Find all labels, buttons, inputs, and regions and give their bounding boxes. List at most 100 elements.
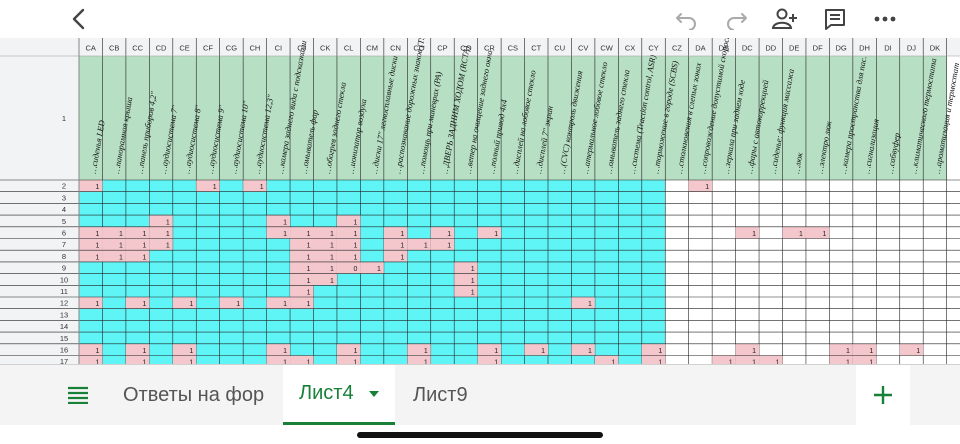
row-header-14[interactable]: 14 xyxy=(60,322,68,331)
cell-value: 1 xyxy=(307,254,311,261)
row-header-16[interactable]: 16 xyxy=(60,346,68,355)
row-header-15[interactable]: 15 xyxy=(60,334,68,343)
column-header-ci[interactable]: CI xyxy=(275,44,283,53)
cell-value: 1 xyxy=(189,301,193,308)
cell-value: 1 xyxy=(189,348,193,355)
column-header-cl[interactable]: CL xyxy=(344,44,354,53)
row-header-2[interactable]: 2 xyxy=(62,182,66,191)
column-header-co[interactable]: CO xyxy=(413,44,424,53)
column-header-ce[interactable]: CE xyxy=(179,44,189,53)
row-header-4[interactable]: 4 xyxy=(62,205,66,214)
cell-value: 1 xyxy=(752,348,756,355)
spreadsheet-grid[interactable]: CA …сиденья LED CB …панорамная крыша CC …пане… xyxy=(0,38,960,364)
cell-value: 1 xyxy=(330,266,334,273)
row-header-12[interactable]: 12 xyxy=(60,299,68,308)
row-header-5[interactable]: 5 xyxy=(62,217,66,226)
row-header-3[interactable]: 3 xyxy=(62,193,66,202)
column-header-cd[interactable]: CD xyxy=(156,44,167,53)
column-header-df[interactable]: DF xyxy=(813,44,823,53)
cell-value: 1 xyxy=(588,301,592,308)
cell-value: 1 xyxy=(260,184,264,191)
tab-responses[interactable]: Ответы на фор xyxy=(106,365,280,425)
cell-value: 1 xyxy=(541,348,545,355)
cell-value: 1 xyxy=(236,301,240,308)
cell-value: 1 xyxy=(330,278,334,285)
cell-value: 1 xyxy=(119,231,123,238)
row-header-6[interactable]: 6 xyxy=(62,229,66,238)
column-header-cg[interactable]: CG xyxy=(226,44,237,53)
cell-value: 1 xyxy=(353,219,357,226)
column-header-cs[interactable]: CS xyxy=(508,44,518,53)
column-header-cf[interactable]: CF xyxy=(203,44,213,53)
column-header-dd[interactable]: DD xyxy=(765,44,776,53)
cell-value: 1 xyxy=(447,231,451,238)
grid-canvas[interactable]: CA…сиденья LEDCB…панорамная крышаCC…пане… xyxy=(0,38,960,364)
row-header-11[interactable]: 11 xyxy=(60,287,68,296)
row-header-17[interactable]: 17 xyxy=(60,357,68,364)
column-header-cz[interactable]: CZ xyxy=(672,44,682,53)
column-header-dj[interactable]: DJ xyxy=(907,44,916,53)
caret-down-icon[interactable] xyxy=(368,390,380,398)
row-header-8[interactable]: 8 xyxy=(62,252,66,261)
row-header-13[interactable]: 13 xyxy=(60,310,68,319)
sheet-list-icon[interactable] xyxy=(52,365,104,425)
redo-icon[interactable] xyxy=(719,4,753,34)
cell-value: 1 xyxy=(353,243,357,250)
tab-list9[interactable]: Лист9 xyxy=(397,365,493,425)
column-header-ca[interactable]: CA xyxy=(86,44,96,53)
column-header-ch[interactable]: CH xyxy=(249,44,260,53)
column-header-dk[interactable]: DK xyxy=(930,44,940,53)
cell-value: 1 xyxy=(307,290,311,297)
column-header-cw[interactable]: CW xyxy=(600,44,613,53)
cell-value: 1 xyxy=(330,254,334,261)
column-header-di[interactable]: DI xyxy=(884,44,892,53)
add-sheet-button[interactable] xyxy=(856,365,910,425)
column-header-cq[interactable]: CQ xyxy=(460,44,471,53)
cell-value: 1 xyxy=(494,348,498,355)
cell-value: 1 xyxy=(471,266,475,273)
cell-value: 1 xyxy=(752,231,756,238)
column-header-cj[interactable]: CJ xyxy=(297,44,306,53)
column-header-cn[interactable]: CN xyxy=(390,44,401,53)
row-header-10[interactable]: 10 xyxy=(60,275,68,284)
cell-value: 1 xyxy=(330,243,334,250)
add-person-icon[interactable] xyxy=(768,4,802,34)
cell-value: 1 xyxy=(166,231,170,238)
column-header-cm[interactable]: CM xyxy=(366,44,378,53)
row-header-7[interactable]: 7 xyxy=(62,240,66,249)
cell-value: 0 xyxy=(353,266,357,273)
cell-value: 1 xyxy=(353,348,357,355)
plus-icon xyxy=(874,386,892,404)
column-header-de[interactable]: DE xyxy=(789,44,799,53)
column-header-da[interactable]: DA xyxy=(695,44,705,53)
column-header-cu[interactable]: CU xyxy=(554,44,565,53)
column-header-ck[interactable]: CK xyxy=(320,44,330,53)
tab-list4[interactable]: Лист4 xyxy=(283,365,395,425)
comment-icon[interactable] xyxy=(818,4,852,34)
cell-value: 1 xyxy=(377,266,381,273)
column-header-db[interactable]: DB xyxy=(719,44,729,53)
column-header-cx[interactable]: CX xyxy=(625,44,635,53)
undo-icon[interactable] xyxy=(670,4,704,34)
column-header-ct[interactable]: CT xyxy=(531,44,541,53)
cell-value: 1 xyxy=(658,348,662,355)
more-icon[interactable] xyxy=(868,4,902,34)
cell-value: 1 xyxy=(142,348,146,355)
column-header-cb[interactable]: CB xyxy=(109,44,119,53)
column-header-cc[interactable]: CC xyxy=(132,44,143,53)
cell-value: 1 xyxy=(330,231,334,238)
cell-value: 1 xyxy=(142,254,146,261)
column-header-cv[interactable]: CV xyxy=(578,44,588,53)
column-header-dh[interactable]: DH xyxy=(859,44,870,53)
column-header-cr[interactable]: CR xyxy=(484,44,495,53)
back-arrow-icon[interactable] xyxy=(62,4,96,34)
column-header-cy[interactable]: CY xyxy=(648,44,658,53)
cell-value: 1 xyxy=(471,290,475,297)
row-header-9[interactable]: 9 xyxy=(62,264,66,273)
cell-value: 1 xyxy=(705,184,709,191)
cell-value: 1 xyxy=(96,348,100,355)
row-header-1[interactable]: 1 xyxy=(62,114,66,123)
column-header-dg[interactable]: DG xyxy=(836,44,847,53)
column-header-cp[interactable]: CP xyxy=(437,44,447,53)
column-header-dc[interactable]: DC xyxy=(742,44,753,53)
